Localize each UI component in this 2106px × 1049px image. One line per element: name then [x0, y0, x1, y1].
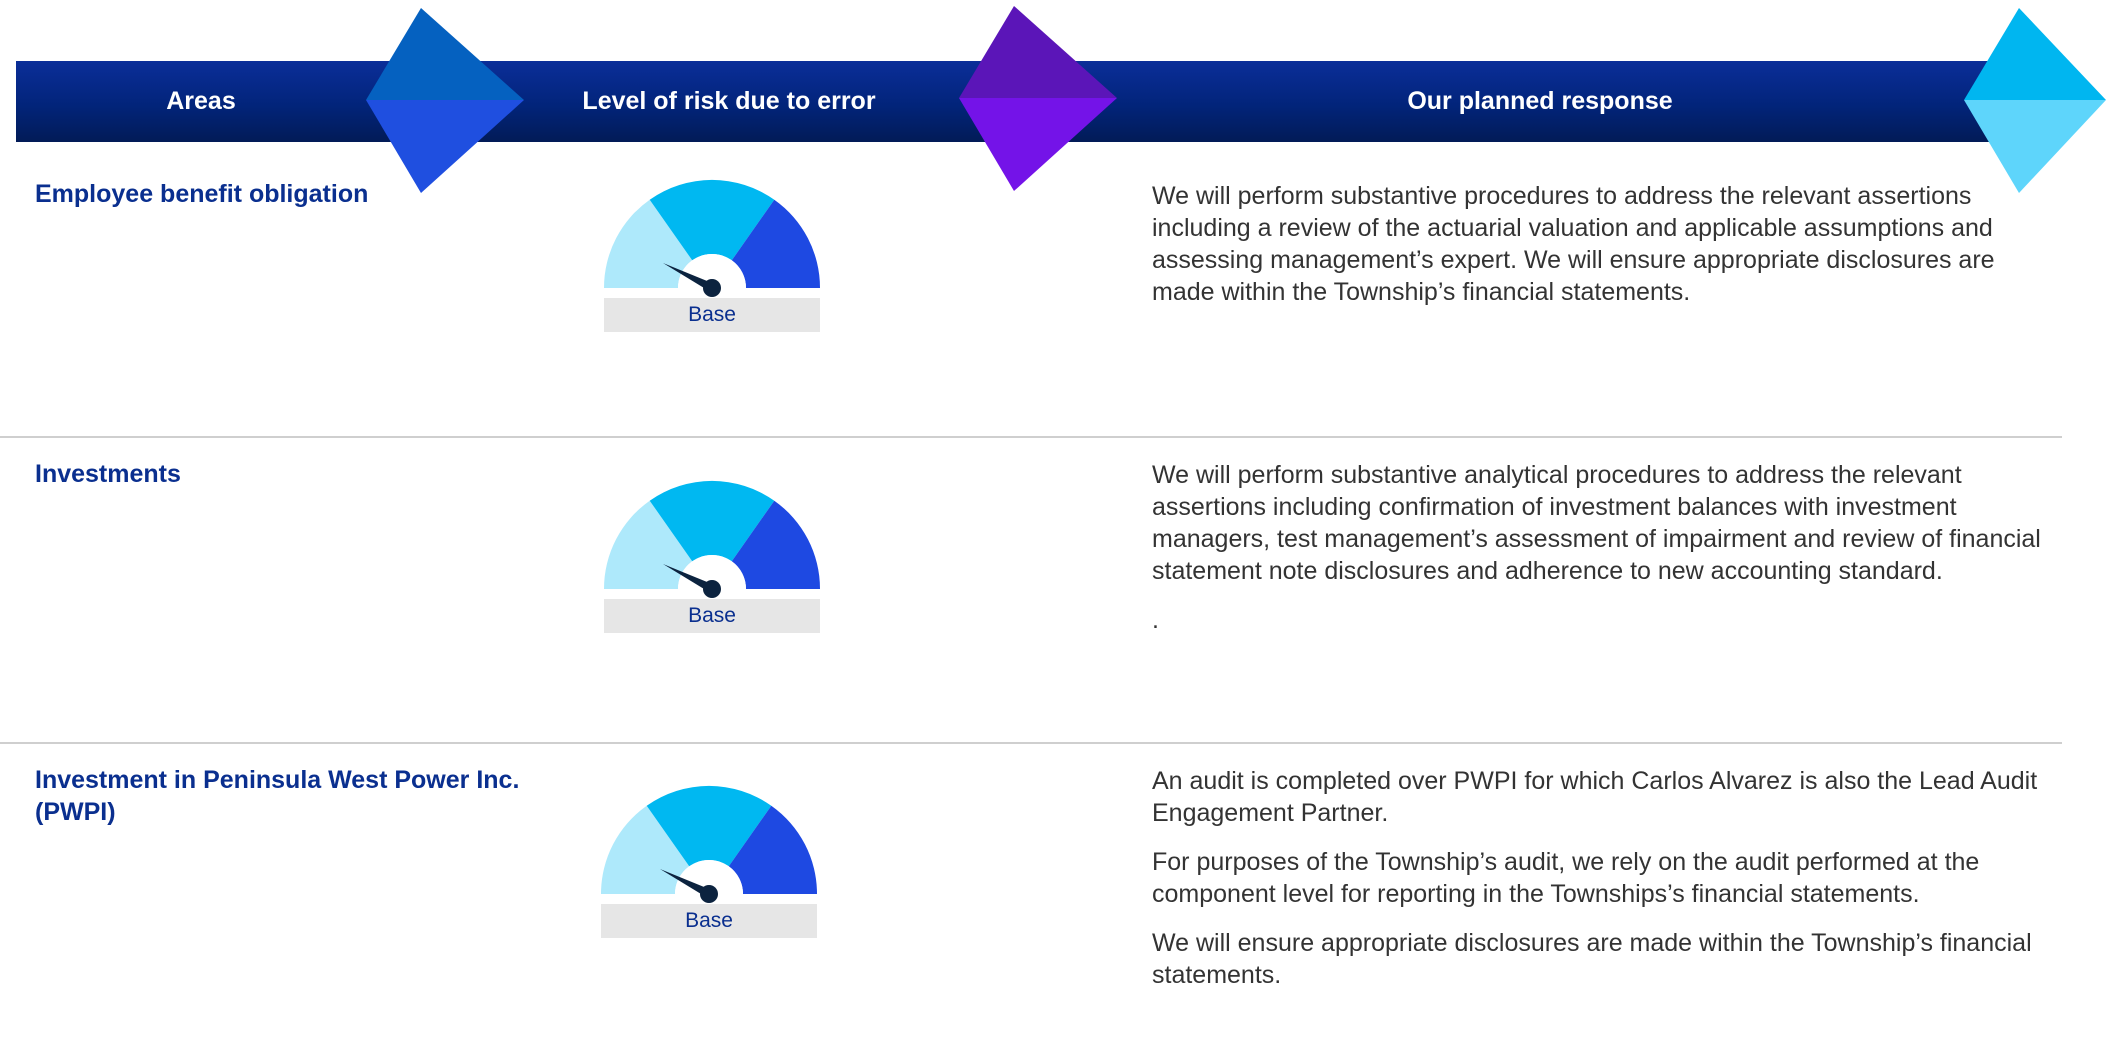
response-employee-benefit-obligation: We will perform substantive procedures t… [1152, 180, 2042, 325]
row-divider [0, 436, 2062, 438]
risk-gauge: Base [601, 778, 817, 938]
risk-gauge: Base [604, 172, 820, 332]
row-divider [0, 742, 2062, 744]
risk-gauge: Base [604, 473, 820, 633]
response-paragraph: We will perform substantive analytical p… [1152, 461, 2041, 585]
area-investment-in-pwpi: Investment in Peninsula West Power Inc. … [35, 766, 520, 826]
chevron-3-icon [1964, 8, 2106, 193]
header-level-of-risk: Level of risk due to error [582, 87, 876, 115]
response-paragraph: We will ensure appropriate disclosures a… [1152, 929, 2032, 989]
response-paragraph: . [1152, 606, 1159, 634]
chevron-1-icon [366, 8, 524, 193]
header-planned-response: Our planned response [1407, 87, 1673, 115]
chevron-2-icon [959, 6, 1117, 191]
response-paragraph: We will perform substantive procedures t… [1152, 182, 1995, 306]
response-paragraph: For purposes of the Township’s audit, we… [1152, 848, 1980, 908]
header-areas: Areas [166, 87, 236, 115]
risk-level-label: Base [601, 904, 817, 938]
response-investment-in-pwpi: An audit is completed over PWPI for whic… [1152, 765, 2042, 1008]
response-investments: We will perform substantive analytical p… [1152, 459, 2042, 653]
area-employee-benefit-obligation: Employee benefit obligation [35, 180, 369, 208]
risk-level-label: Base [604, 599, 820, 633]
response-paragraph: An audit is completed over PWPI for whic… [1152, 767, 2038, 827]
risk-level-label: Base [604, 298, 820, 332]
area-investments: Investments [35, 460, 181, 488]
